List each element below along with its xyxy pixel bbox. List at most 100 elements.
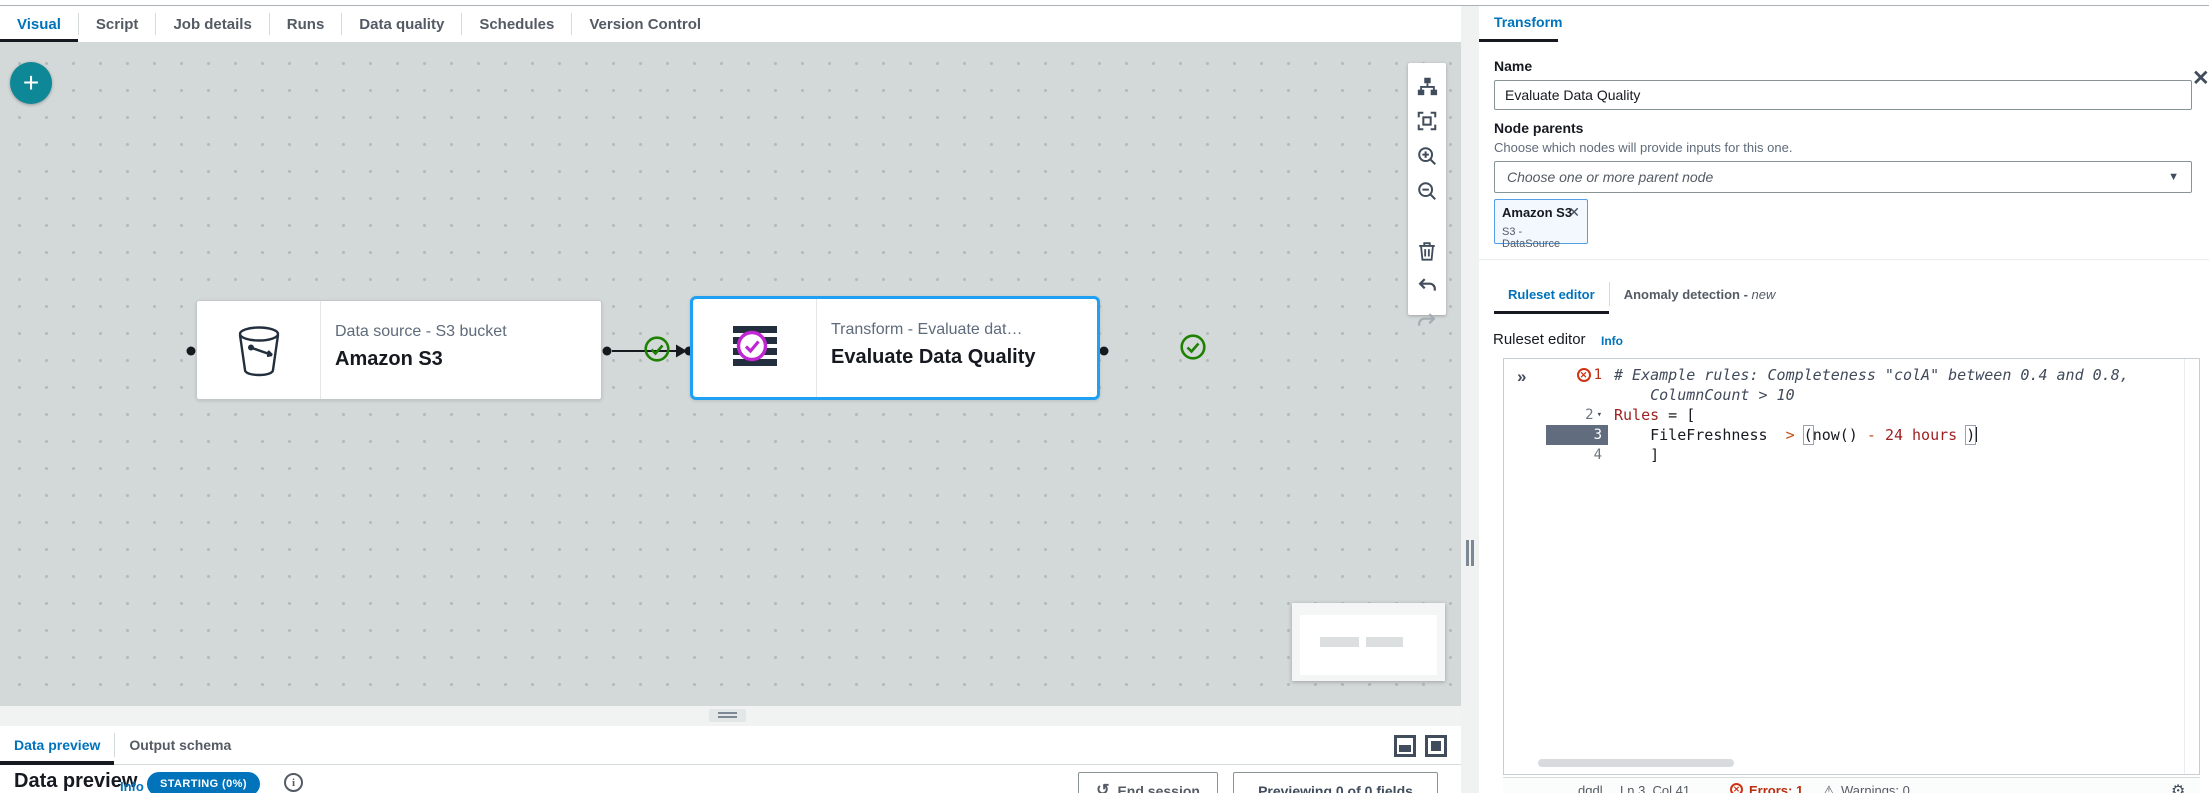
maximize-panel-icon[interactable]: [1425, 735, 1447, 757]
ruleset-tab-bar: Ruleset editor Anomaly detection - new: [1494, 274, 1789, 314]
tab-version-control[interactable]: Version Control: [572, 6, 718, 42]
tab-label: Data preview: [14, 737, 100, 753]
tab-label-suffix: new: [1752, 287, 1776, 302]
editor-status-bar: dqdl Ln 3, Col 41 ✕ Errors: 1 ⚠ Warnings…: [1503, 777, 2200, 793]
bottom-tab-bar: Data preview Output schema: [0, 726, 1461, 765]
tab-runs[interactable]: Runs: [270, 6, 342, 42]
layout-icon[interactable]: [1416, 75, 1438, 97]
job-tab-bar: Visual Script Job details Runs Data qual…: [0, 6, 1461, 42]
select-placeholder: Choose one or more parent node: [1507, 169, 2168, 185]
line-number: 2: [1585, 405, 1593, 425]
panel-dock-controls: [1394, 735, 1447, 757]
tab-data-preview[interactable]: Data preview: [0, 726, 114, 764]
chip-subtitle: S3 - DataSource: [1502, 226, 1580, 250]
code-lines[interactable]: ✕1# Example rules: Completeness "colA" b…: [1546, 365, 2183, 465]
info-link[interactable]: Info: [1601, 334, 1623, 348]
dock-bottom-icon[interactable]: [1394, 735, 1416, 757]
end-session-button[interactable]: ↺ End session: [1078, 772, 1218, 793]
tab-label: Script: [96, 16, 139, 33]
warning-icon: ⚠: [1823, 783, 1835, 793]
editor-scrollbar-track[interactable]: [2184, 359, 2185, 774]
tab-visual[interactable]: Visual: [0, 6, 78, 42]
button-label: End session: [1117, 783, 1199, 793]
tab-label: Output schema: [129, 737, 231, 753]
code-line[interactable]: ✕1# Example rules: Completeness "colA" b…: [1546, 365, 2183, 385]
delete-icon[interactable]: [1416, 240, 1438, 262]
minimap-node: [1320, 637, 1359, 647]
line-number: 1: [1594, 365, 1602, 385]
info-link[interactable]: Info: [120, 779, 144, 793]
fold-arrow-icon: ▾: [1597, 405, 1602, 425]
node-evaluate-data-quality[interactable]: Transform - Evaluate dat… Evaluate Data …: [690, 296, 1100, 400]
ruleset-editor-title: Ruleset editor: [1493, 331, 1586, 348]
name-input[interactable]: [1494, 80, 2192, 110]
vertical-splitter[interactable]: [1461, 6, 1479, 793]
evaluate-data-quality-icon: [693, 299, 817, 397]
node-title: Amazon S3: [335, 348, 601, 371]
horizontal-splitter[interactable]: [0, 706, 1461, 726]
editor-horizontal-scrollbar[interactable]: [1538, 759, 1734, 767]
info-circle-icon[interactable]: i: [284, 773, 303, 792]
tab-label: Ruleset editor: [1508, 287, 1595, 302]
language-indicator: dqdl: [1578, 783, 1603, 793]
error-icon: ✕: [1730, 783, 1743, 793]
line-number: 3: [1594, 425, 1602, 445]
success-check-icon: [643, 335, 671, 363]
parent-chip-amazon-s3[interactable]: Amazon S3 ✕ S3 - DataSource: [1494, 199, 1588, 244]
node-parents-label: Node parents: [1494, 120, 1583, 136]
node-amazon-s3[interactable]: Data source - S3 bucket Amazon S3: [196, 300, 602, 400]
tab-job-details[interactable]: Job details: [156, 6, 268, 42]
tab-anomaly-detection[interactable]: Anomaly detection - new: [1610, 274, 1790, 314]
zoom-out-icon[interactable]: [1416, 180, 1438, 202]
line-error-icon: ✕: [1577, 368, 1591, 382]
code-line[interactable]: 4 ]: [1546, 445, 2183, 465]
code-line[interactable]: 3 FileFreshness > (now() - 24 hours ): [1546, 425, 2183, 445]
node-body: Data source - S3 bucket Amazon S3: [321, 301, 601, 399]
parent-node-select[interactable]: Choose one or more parent node ▼: [1494, 161, 2192, 193]
splitter-drag-handle-icon[interactable]: [709, 709, 746, 722]
fit-view-icon[interactable]: [1416, 110, 1438, 132]
name-label: Name: [1494, 58, 1532, 74]
undo-icon[interactable]: [1416, 275, 1438, 297]
plus-icon: +: [23, 67, 39, 99]
minimap-viewport: [1300, 615, 1437, 675]
job-canvas[interactable]: + Data source - S3 bucket Amazon S3: [0, 42, 1461, 706]
tab-label: Version Control: [589, 16, 701, 33]
redo-icon[interactable]: [1416, 310, 1438, 332]
status-badge: STARTING (0%): [147, 772, 260, 793]
chevron-down-icon: ▼: [2168, 171, 2179, 183]
remove-chip-icon[interactable]: ✕: [1568, 204, 1580, 221]
success-check-icon: [1179, 333, 1207, 361]
warnings-count[interactable]: Warnings: 0: [1841, 783, 1910, 793]
tab-label: Data quality: [359, 16, 444, 33]
add-node-button[interactable]: +: [10, 62, 52, 104]
tab-label: Schedules: [479, 16, 554, 33]
errors-count[interactable]: Errors: 1: [1749, 783, 1803, 793]
chip-title: Amazon S3: [1502, 205, 1572, 220]
node-type-label: Data source - S3 bucket: [335, 323, 601, 341]
tab-script[interactable]: Script: [79, 6, 156, 42]
tab-ruleset-editor[interactable]: Ruleset editor: [1494, 274, 1609, 314]
s3-bucket-icon: [197, 301, 321, 399]
glue-studio-page: Visual Script Job details Runs Data qual…: [0, 0, 2209, 793]
canvas-minimap[interactable]: [1292, 603, 1445, 681]
active-tab-underline: [1479, 39, 1558, 42]
tab-output-schema[interactable]: Output schema: [115, 726, 245, 764]
node-body: Transform - Evaluate dat… Evaluate Data …: [817, 299, 1097, 397]
minimap-node: [1366, 637, 1403, 647]
code-line[interactable]: 2▾Rules = [: [1546, 405, 2183, 425]
previewing-fields-button[interactable]: Previewing 0 of 0 fields: [1233, 772, 1438, 793]
expand-sidebar-icon[interactable]: »: [1517, 367, 1526, 387]
node-title: Evaluate Data Quality: [831, 346, 1097, 369]
zoom-in-icon[interactable]: [1416, 145, 1438, 167]
data-preview-heading: Data preview: [14, 770, 137, 793]
tab-data-quality[interactable]: Data quality: [342, 6, 461, 42]
node-parents-description: Choose which nodes will provide inputs f…: [1494, 140, 1792, 155]
code-line[interactable]: ColumnCount > 10: [1546, 385, 2183, 405]
tab-transform[interactable]: Transform: [1494, 14, 1562, 30]
close-panel-icon[interactable]: ✕: [2192, 66, 2209, 91]
tab-schedules[interactable]: Schedules: [462, 6, 571, 42]
line-number: 4: [1594, 445, 1602, 465]
gear-icon[interactable]: ⚙: [2171, 781, 2185, 793]
dqdl-code-editor[interactable]: » ✕1# Example rules: Completeness "colA"…: [1503, 358, 2200, 775]
